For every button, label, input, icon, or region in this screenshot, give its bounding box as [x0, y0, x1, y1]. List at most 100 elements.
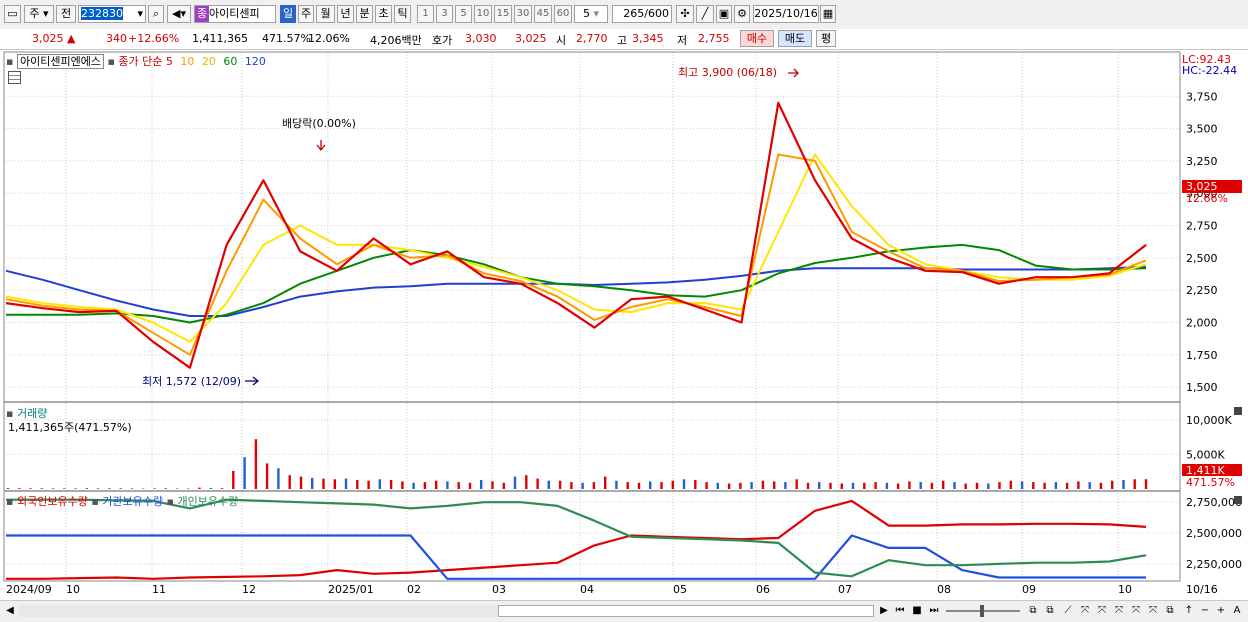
- scroll-right-icon[interactable]: ▶: [878, 604, 890, 618]
- ma-label[interactable]: 종가 단순: [118, 55, 162, 68]
- interval-15-button[interactable]: 15: [494, 5, 512, 23]
- stock-code-input[interactable]: 232830 ▾: [78, 5, 146, 23]
- font-size-icon[interactable]: A: [1230, 604, 1244, 618]
- overlay-icon[interactable]: ⧉: [1043, 604, 1057, 618]
- menu-dots-icon[interactable]: ▪: [6, 55, 13, 68]
- tool-icon[interactable]: ⤧: [1129, 604, 1143, 618]
- tab-period-week[interactable]: 주: [298, 5, 314, 23]
- menu-dots-icon: ▪: [6, 495, 14, 508]
- crosshair-icon[interactable]: ✣: [676, 5, 694, 23]
- price-y-tick: 2,250: [1186, 284, 1218, 297]
- draw-line-icon[interactable]: ╱: [696, 5, 714, 23]
- volume-bar: [840, 483, 843, 489]
- x-tick: 10: [1118, 583, 1132, 596]
- volume-bar: [885, 482, 889, 489]
- interval-60-button[interactable]: 60: [554, 5, 572, 23]
- volume-bar: [660, 482, 663, 489]
- tab-period-day[interactable]: 일: [280, 5, 296, 23]
- calendar-icon[interactable]: ▦: [820, 5, 836, 23]
- eval-button[interactable]: 평: [816, 30, 836, 47]
- scrollbar-thumb[interactable]: [498, 605, 874, 617]
- zoom-in-icon[interactable]: +: [1214, 604, 1228, 618]
- tool-icon[interactable]: ⤧: [1078, 604, 1092, 618]
- x-tick: 07: [838, 583, 852, 596]
- zoom-slider-handle[interactable]: [980, 605, 984, 617]
- interval-10-button[interactable]: 10: [474, 5, 492, 23]
- chart-area[interactable]: 1,5001,7502,0002,2502,5002,7503,0003,250…: [0, 50, 1248, 601]
- turnover-value: 12.06%: [308, 32, 350, 45]
- volume-bar: [592, 482, 596, 489]
- holding-panel-close-icon[interactable]: [1234, 496, 1242, 504]
- zoom-out-icon[interactable]: −: [1198, 604, 1212, 618]
- market-select-label: 주: [29, 7, 40, 20]
- volume-y-tick: 10,000K: [1186, 414, 1232, 427]
- high-annotation: 최고 3,900 (06/18): [678, 66, 777, 79]
- stock-name-value: 아이티센피: [209, 7, 260, 20]
- stop-icon[interactable]: ■: [910, 604, 924, 618]
- bar-count-field[interactable]: 265/600: [612, 5, 672, 23]
- volume-bar: [1088, 482, 1091, 489]
- scroll-left-icon[interactable]: ◀: [4, 604, 16, 618]
- stock-name-field[interactable]: 종 아이티센피: [194, 5, 276, 23]
- interval-45-button[interactable]: 45: [534, 5, 552, 23]
- volume-bar: [74, 488, 77, 489]
- price-change: 340: [106, 32, 127, 45]
- volume-bar: [1133, 479, 1136, 489]
- volume-bar: [806, 482, 810, 489]
- tab-period-tick[interactable]: 틱: [394, 5, 411, 23]
- search-icon[interactable]: ⌕: [148, 5, 164, 23]
- sell-button-label: 매도: [784, 32, 806, 45]
- up-arrow-icon[interactable]: ↑: [1182, 604, 1196, 618]
- go-last-icon[interactable]: ⏭: [927, 604, 941, 618]
- volume-bar: [818, 482, 821, 489]
- ma-10-label[interactable]: 10: [180, 55, 194, 68]
- trend-line-icon[interactable]: ⟋: [1061, 604, 1075, 618]
- legend-individual-holdings[interactable]: 개인보유수량: [177, 495, 238, 508]
- save-icon[interactable]: ▣: [716, 5, 732, 23]
- grid-toggle-icon[interactable]: [8, 71, 21, 84]
- interval-5-button[interactable]: 5: [455, 5, 472, 23]
- speaker-icon[interactable]: ◀▾: [167, 5, 191, 23]
- compare-icon[interactable]: ⧉: [1026, 604, 1040, 618]
- market-select[interactable]: 주 ▾: [24, 5, 54, 23]
- volume-bar: [1077, 481, 1080, 489]
- tool-icon[interactable]: ⤧: [1112, 604, 1126, 618]
- volume-bar: [164, 488, 167, 489]
- tab-period-second[interactable]: 초: [375, 5, 392, 23]
- go-first-icon[interactable]: ⏮: [893, 604, 907, 618]
- prev-button[interactable]: 전: [56, 5, 76, 23]
- stock-title-box[interactable]: 아이티센피엔에스: [16, 54, 104, 69]
- date-field[interactable]: 2025/10/16: [753, 5, 819, 23]
- sell-button[interactable]: 매도: [778, 30, 812, 47]
- volume-bar: [773, 481, 776, 489]
- ma-20-label[interactable]: 20: [202, 55, 216, 68]
- tab-period-minute-label: 분: [359, 7, 370, 20]
- gear-icon[interactable]: ⚙: [734, 5, 750, 23]
- tool-icon[interactable]: ⤧: [1146, 604, 1160, 618]
- tab-period-year[interactable]: 년: [337, 5, 354, 23]
- ma-120-label[interactable]: 120: [245, 55, 266, 68]
- chart-menu-icon[interactable]: ▭: [4, 5, 21, 23]
- chevron-down-icon[interactable]: ▾: [137, 6, 143, 22]
- tab-period-month[interactable]: 월: [316, 5, 335, 23]
- volume-bar: [423, 482, 427, 489]
- volume-bar: [356, 480, 359, 489]
- holding-y-tick: 2,250,000: [1186, 558, 1242, 571]
- interval-3-button[interactable]: 3: [436, 5, 453, 23]
- volume-panel-close-icon[interactable]: [1234, 407, 1242, 415]
- tab-period-second-label: 초: [378, 7, 389, 20]
- open-price: 2,770: [576, 32, 608, 45]
- fit-icon[interactable]: ⧉: [1163, 604, 1177, 618]
- tool-icon[interactable]: ⤧: [1095, 604, 1109, 618]
- interval-30-button[interactable]: 30: [514, 5, 532, 23]
- tab-period-minute[interactable]: 분: [356, 5, 373, 23]
- buy-button[interactable]: 매수: [740, 30, 774, 47]
- open-label: 시: [556, 34, 567, 47]
- interval-select[interactable]: 5 ▾: [574, 5, 608, 23]
- ma-5-label[interactable]: 5: [166, 55, 173, 68]
- interval-1-button[interactable]: 1: [417, 5, 434, 23]
- legend-foreign-holdings[interactable]: 외국인보유수량: [17, 495, 88, 508]
- ma-60-label[interactable]: 60: [223, 55, 237, 68]
- legend-institution-holdings[interactable]: 기관보유수량: [102, 495, 163, 508]
- volume-bar: [874, 482, 877, 489]
